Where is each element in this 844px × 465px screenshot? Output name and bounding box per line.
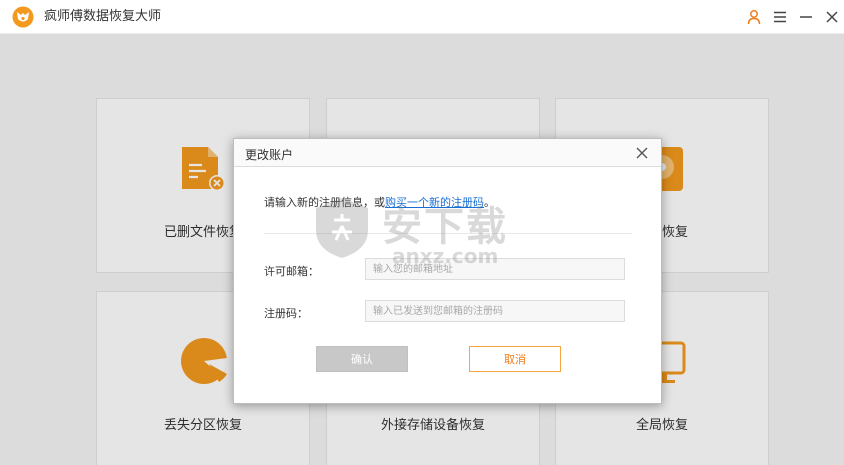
menu-icon bbox=[774, 11, 786, 23]
message-text: 请输入新的注册信息，或 bbox=[264, 196, 385, 209]
code-label: 注册码： bbox=[264, 307, 308, 320]
cancel-button[interactable]: 取消 bbox=[469, 346, 561, 372]
close-icon bbox=[826, 11, 838, 23]
message-suffix: 。 bbox=[484, 196, 495, 209]
close-icon bbox=[636, 147, 648, 159]
dialog-title: 更改账户 bbox=[245, 148, 294, 162]
menu-button[interactable] bbox=[770, 7, 790, 27]
title-bar: 疯师傅数据恢复大师 bbox=[0, 0, 844, 34]
registration-code-field[interactable] bbox=[365, 300, 625, 322]
email-label: 许可邮箱： bbox=[264, 265, 319, 278]
fox-logo-icon bbox=[12, 6, 34, 28]
app-title: 疯师傅数据恢复大师 bbox=[44, 9, 162, 24]
dialog-message: 请输入新的注册信息，或购买一个新的注册码。 bbox=[264, 194, 495, 210]
user-icon bbox=[747, 10, 761, 25]
dialog-close-button[interactable] bbox=[633, 144, 651, 162]
minimize-button[interactable] bbox=[796, 7, 816, 27]
email-field[interactable] bbox=[365, 258, 625, 280]
change-account-dialog: 更改账户 请输入新的注册信息，或购买一个新的注册码。 许可邮箱： 注册码： 确认… bbox=[233, 138, 662, 404]
confirm-button[interactable]: 确认 bbox=[316, 346, 408, 372]
account-button[interactable] bbox=[744, 7, 764, 27]
minimize-icon bbox=[800, 16, 812, 18]
buy-code-link[interactable]: 购买一个新的注册码 bbox=[385, 196, 484, 209]
dialog-header: 更改账户 bbox=[234, 139, 661, 167]
divider bbox=[264, 233, 632, 234]
close-button[interactable] bbox=[822, 7, 842, 27]
